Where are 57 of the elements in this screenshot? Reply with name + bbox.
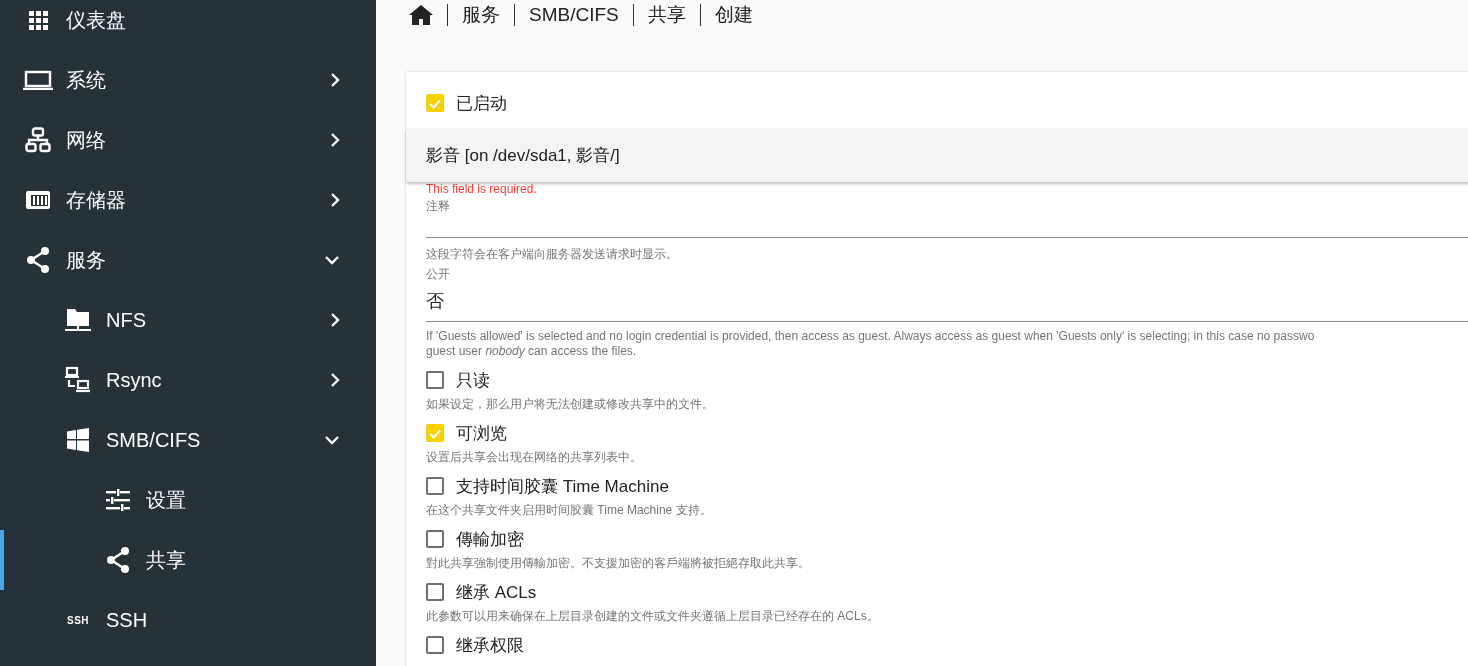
checkbox-label: 傳輸加密 xyxy=(456,528,524,551)
public-select[interactable]: 公开 否 xyxy=(426,266,1468,322)
sidebar-item[interactable]: 系统 xyxy=(0,50,376,110)
folder-network-icon xyxy=(65,307,91,333)
checkbox[interactable] xyxy=(426,583,444,601)
chevron-right-icon xyxy=(330,192,340,208)
checkbox[interactable] xyxy=(426,636,444,654)
hint-text: 在这个共享文件夹启用时间胶囊 Time Machine 支持。 xyxy=(426,503,713,518)
grid-icon xyxy=(28,10,48,30)
sidebar-item[interactable]: NFS xyxy=(0,290,376,350)
windows-icon xyxy=(67,428,89,452)
network-icon xyxy=(25,127,51,153)
laptop-icon xyxy=(23,70,53,90)
sliders-icon xyxy=(106,489,130,511)
breadcrumb-link[interactable]: 共享 xyxy=(632,4,700,26)
sidebar-item[interactable]: Rsync xyxy=(0,350,376,410)
chevron-down-icon xyxy=(324,255,340,265)
hint-text: 此参数可以用来确保在上层目录创建的文件或文件夹遵循上层目录已经存在的 ACLs。 xyxy=(426,609,880,624)
sidebar-item[interactable]: 网络 xyxy=(0,110,376,170)
chevron-right-icon xyxy=(330,372,340,388)
sidebar-item[interactable]: 存储器 xyxy=(0,170,376,230)
error-text: This field is required. xyxy=(426,182,538,196)
sidebar-item[interactable]: 设置 xyxy=(0,470,376,530)
hint-text: 對此共享強制使用傳輸加密。不支援加密的客戶端將被拒絕存取此共享。 xyxy=(426,556,811,571)
checkbox-label: 只读 xyxy=(456,369,490,392)
ssh-icon: SSH xyxy=(66,614,90,626)
checkbox[interactable] xyxy=(426,371,444,389)
share-icon xyxy=(106,547,130,573)
sidebar-item[interactable]: SMB/CIFS xyxy=(0,410,376,470)
sidebar-item[interactable]: 仪表盘 xyxy=(0,0,376,50)
hint-text: 如果设定，那么用户将无法创建或修改共享中的文件。 xyxy=(426,397,715,412)
checkbox-label: 继承权限 xyxy=(456,634,524,657)
sidebar-item[interactable]: SSH SSH xyxy=(0,590,376,650)
home-icon[interactable] xyxy=(409,5,433,25)
computers-icon xyxy=(64,366,92,394)
hint-text: 这段字符会在客户端向服务器发送请求时显示。 xyxy=(426,247,679,262)
breadcrumb-link[interactable]: 服务 xyxy=(447,4,514,26)
checkbox-label: 已启动 xyxy=(456,92,507,115)
share-icon xyxy=(26,247,50,273)
chevron-down-icon xyxy=(324,435,340,445)
dropdown-menu[interactable]: 影音 [on /dev/sda1, 影音/] xyxy=(406,128,1468,182)
checkbox[interactable] xyxy=(426,477,444,495)
chevron-right-icon xyxy=(330,132,340,148)
chevron-right-icon xyxy=(330,312,340,328)
checkbox-label: 可浏览 xyxy=(456,422,507,445)
hint-text: 设置后共享会出现在网络的共享列表中。 xyxy=(426,450,643,465)
breadcrumb-link[interactable]: 创建 xyxy=(699,4,767,26)
hint-text: If 'Guests allowed' is selected and no login credential is provided, then access as guest. Always access as guest when 'Guests only' is selecting; in this case no passwo guest user nobody can access the files. xyxy=(426,329,1316,359)
checkbox[interactable] xyxy=(426,530,444,548)
breadcrumb-link[interactable]: SMB/CIFS xyxy=(514,4,633,26)
checkbox-label: 支持时间胶囊 Time Machine xyxy=(456,475,669,498)
storage-icon xyxy=(25,190,51,210)
checkbox-label: 继承 ACLs xyxy=(456,581,537,604)
sidebar-item[interactable]: 服务 xyxy=(0,230,376,290)
comment-field[interactable]: 注释 xyxy=(426,198,1468,238)
chevron-right-icon xyxy=(330,72,340,88)
sidebar-item[interactable]: 共享 xyxy=(0,530,376,590)
